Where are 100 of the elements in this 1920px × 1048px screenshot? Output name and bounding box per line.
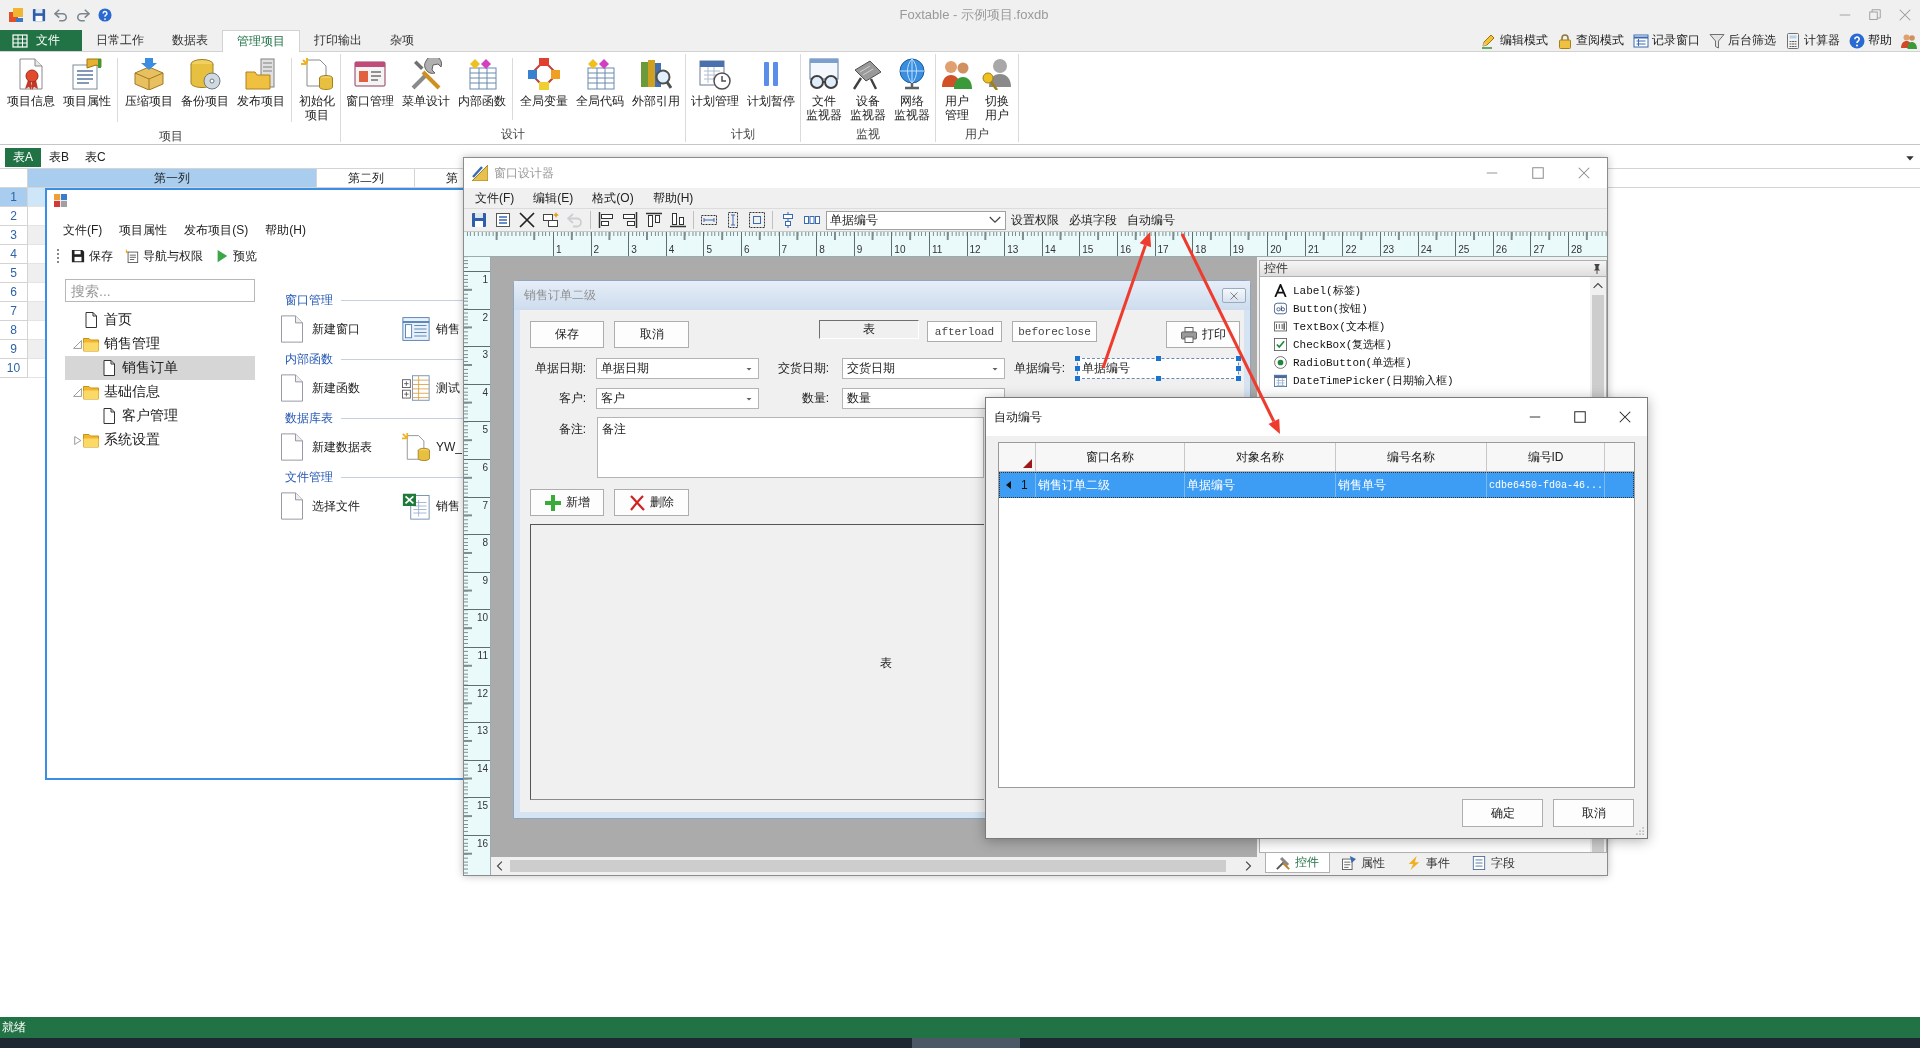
arrow-right-icon[interactable] xyxy=(1243,861,1253,871)
combo-field[interactable]: 单据日期 xyxy=(596,358,759,379)
form-button[interactable]: 新增 xyxy=(530,489,604,516)
center-vertical-icon[interactable] xyxy=(780,212,796,228)
ribbon-button[interactable]: 项目信息 xyxy=(6,58,56,108)
users-icon[interactable] xyxy=(1901,32,1917,49)
ribbon-button[interactable]: 菜单设计 xyxy=(401,58,451,108)
row-number[interactable]: 4 xyxy=(0,245,28,264)
align-left-icon[interactable] xyxy=(598,212,614,228)
menu-item[interactable]: 帮助(H) xyxy=(652,189,694,207)
panel-tab[interactable]: 控件 xyxy=(1265,853,1330,873)
launch-item[interactable]: 新建数据表 xyxy=(278,432,402,462)
menu-item[interactable]: 编辑(E) xyxy=(533,189,574,207)
same-width-icon[interactable] xyxy=(701,212,717,228)
launch-item[interactable]: 测试 xyxy=(402,373,463,403)
form-button[interactable]: 保存 xyxy=(530,321,604,348)
ribbon-button[interactable]: 文件 监视器 xyxy=(805,58,843,122)
same-size-icon[interactable] xyxy=(749,212,765,228)
ribbon-button[interactable]: 发布项目 xyxy=(236,58,286,108)
ribbon-button[interactable]: 项目属性 xyxy=(62,58,112,108)
copy-icon[interactable] xyxy=(543,212,559,228)
grid-row[interactable]: 1 销售订单二级 单据编号 销售单号 cdbe6450-fd0a-46... xyxy=(999,472,1634,498)
column-header[interactable]: 第一列 xyxy=(28,169,317,187)
sheet-tab[interactable]: 表C xyxy=(77,148,114,167)
toolbar-button[interactable]: 编辑模式 xyxy=(1481,32,1548,49)
expanded-arrow-icon[interactable] xyxy=(73,339,82,349)
toolbar-button[interactable]: 保存 xyxy=(71,247,113,265)
toolbar-button[interactable]: 设置权限 xyxy=(1006,210,1064,230)
grid-label[interactable]: 表 xyxy=(819,320,919,339)
ribbon-tab[interactable]: 日常工作 xyxy=(82,30,158,51)
sheet-tab[interactable]: 表A xyxy=(5,148,41,167)
grid-control[interactable]: 表 xyxy=(530,524,984,800)
arrow-left-icon[interactable] xyxy=(495,861,505,871)
column-header[interactable]: 编号ID xyxy=(1487,443,1605,471)
ribbon-button[interactable]: 设备 监视器 xyxy=(849,58,887,122)
toolbar-button[interactable]: 自动编号 xyxy=(1122,210,1180,230)
form-button[interactable]: beforeclose xyxy=(1012,321,1097,342)
column-header[interactable]: 窗口名称 xyxy=(1036,443,1185,471)
ribbon-button[interactable]: 外部引用 xyxy=(631,58,681,108)
row-number[interactable]: 8 xyxy=(0,321,28,340)
tree-item[interactable]: 销售管理 xyxy=(65,332,255,356)
ribbon-button[interactable]: 网络 监视器 xyxy=(893,58,931,122)
file-menu-tab[interactable]: 文件 xyxy=(0,30,82,51)
properties-icon[interactable] xyxy=(495,212,511,228)
menu-item[interactable]: 帮助(H) xyxy=(265,221,306,239)
maximize-icon[interactable] xyxy=(1574,411,1586,423)
undo-icon[interactable] xyxy=(54,8,68,22)
column-header[interactable]: 第二列 xyxy=(317,169,415,187)
launch-item[interactable]: 选择文件 xyxy=(278,491,402,521)
same-height-icon[interactable] xyxy=(725,212,741,228)
align-right-icon[interactable] xyxy=(622,212,638,228)
ribbon-button[interactable]: 计划管理 xyxy=(690,58,740,108)
scrollbar-thumb[interactable] xyxy=(510,860,1226,872)
toolbar-button[interactable]: 帮助 xyxy=(1849,32,1892,49)
tree-item[interactable]: 销售订单 xyxy=(65,356,255,380)
column-header[interactable]: 对象名称 xyxy=(1185,443,1336,471)
form-button[interactable]: 删除 xyxy=(614,489,689,516)
form-button[interactable]: afterload xyxy=(927,321,1002,342)
redo-icon[interactable] xyxy=(76,8,90,22)
row-number[interactable]: 10 xyxy=(0,359,28,378)
save-icon[interactable] xyxy=(32,8,46,22)
arrow-up-icon[interactable] xyxy=(1593,281,1603,291)
form-button[interactable]: 打印 xyxy=(1166,321,1240,348)
tree-item[interactable]: 系统设置 xyxy=(65,428,255,452)
menu-item[interactable]: 发布项目(S) xyxy=(184,221,249,239)
toolbar-button[interactable]: 后台筛选 xyxy=(1709,32,1776,49)
ribbon-button[interactable]: 全局代码 xyxy=(575,58,625,108)
ribbon-button[interactable]: 窗口管理 xyxy=(345,58,395,108)
launch-item[interactable]: 新建窗口 xyxy=(278,314,402,344)
align-top-icon[interactable] xyxy=(646,212,662,228)
row-number[interactable]: 1 xyxy=(0,188,28,207)
resize-handle[interactable] xyxy=(1156,376,1161,381)
dialog-button[interactable]: 取消 xyxy=(1553,799,1634,827)
dialog-button[interactable]: 确定 xyxy=(1462,799,1543,827)
toolbox-item[interactable]: Label(标签) xyxy=(1274,281,1590,299)
ribbon-tab[interactable]: 杂项 xyxy=(376,30,428,51)
toolbar-button[interactable]: 预览 xyxy=(215,247,257,265)
launch-item[interactable]: YW_ xyxy=(402,432,463,462)
save-icon[interactable] xyxy=(471,212,487,228)
menu-item[interactable]: 项目属性 xyxy=(119,221,168,239)
resize-handle[interactable] xyxy=(1156,356,1161,361)
search-field[interactable]: 搜索... xyxy=(65,279,255,302)
toolbar-button[interactable]: 必填字段 xyxy=(1064,210,1122,230)
help-icon[interactable] xyxy=(98,8,112,22)
combo-field[interactable]: 客户 xyxy=(596,388,759,409)
tree-item[interactable]: 客户管理 xyxy=(65,404,255,428)
launch-item[interactable]: 销售 xyxy=(402,314,463,344)
panel-tab[interactable]: 属性 xyxy=(1332,853,1395,873)
tree-item[interactable]: 基础信息 xyxy=(65,380,255,404)
menu-item[interactable]: 文件(F) xyxy=(475,189,515,207)
toolbar-button[interactable]: 查阅模式 xyxy=(1557,32,1624,49)
sheet-tab[interactable]: 表B xyxy=(41,148,78,167)
toolbox-item[interactable]: DateTimePicker(日期输入框) xyxy=(1274,371,1590,389)
launch-item[interactable]: 新建函数 xyxy=(278,373,402,403)
toolbox-item[interactable]: TextBox(文本框) xyxy=(1274,317,1590,335)
menu-item[interactable]: 文件(F) xyxy=(63,221,103,239)
pin-icon[interactable] xyxy=(1592,263,1602,274)
tree-item[interactable]: 首页 xyxy=(65,308,255,332)
ribbon-tab[interactable]: 管理项目 xyxy=(222,30,300,52)
toolbox-item[interactable]: RadioButton(单选框) xyxy=(1274,353,1590,371)
